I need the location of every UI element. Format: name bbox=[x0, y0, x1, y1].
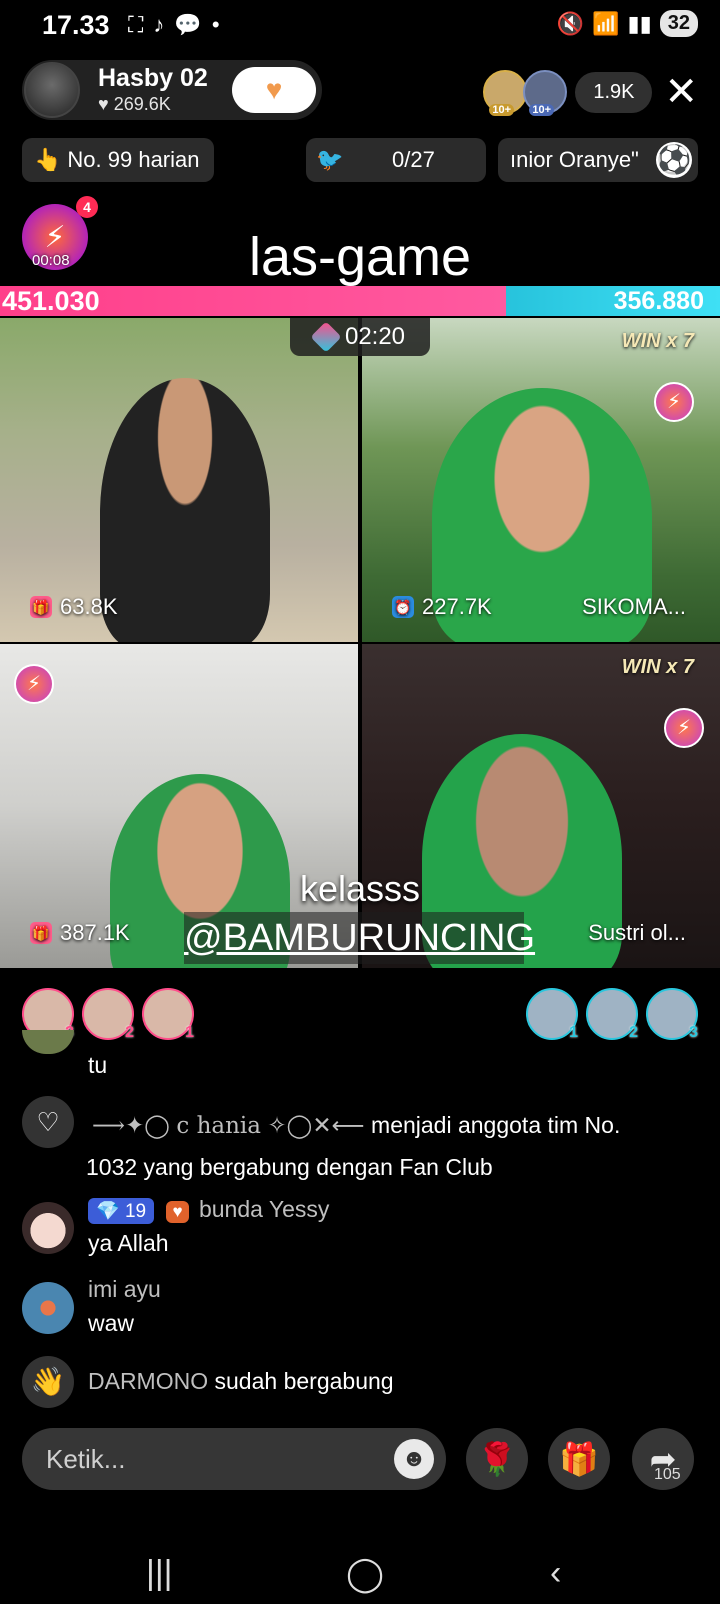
battery-indicator: 32 bbox=[659, 10, 698, 37]
chat-message: ya Allah bbox=[88, 1230, 169, 1256]
boost-icon[interactable]: ⚡ bbox=[654, 382, 694, 422]
follow-button[interactable]: ♥ 6 bbox=[232, 67, 316, 113]
status-time: 17.33 bbox=[42, 10, 110, 40]
viewer-count[interactable]: 1.9K bbox=[575, 71, 653, 113]
level-badge: 💎 19 bbox=[88, 1198, 155, 1224]
chat-joined-line: DARMONO sudah bergabung bbox=[88, 1368, 394, 1394]
rose-gift-icon[interactable]: 🌹 bbox=[466, 1428, 528, 1490]
participant-name: Sustri ol... bbox=[588, 920, 686, 945]
gift-icon[interactable]: 🎁 bbox=[548, 1428, 610, 1490]
system-nav-bar: ||| ◯ ‹ bbox=[0, 1540, 720, 1604]
signal-icon: ▮▮ bbox=[627, 10, 652, 36]
team-pill[interactable]: ınior Oranye" ⚽ bbox=[498, 138, 698, 182]
gift-icon: 🎁 bbox=[30, 922, 52, 944]
participant-video bbox=[100, 378, 270, 642]
wifi-icon: 📶 bbox=[592, 10, 620, 36]
overlay-text: kelasss bbox=[299, 868, 421, 909]
score-left: 451.030 bbox=[0, 286, 506, 316]
video-tile[interactable]: 🎁 63.8K bbox=[0, 318, 358, 642]
wave-hand-icon: 👋 bbox=[22, 1356, 74, 1408]
video-tile[interactable]: WIN x 7 ⚡ ⏰ 227.7K SIKOMA... bbox=[362, 318, 720, 642]
emoji-icon[interactable]: ☻ bbox=[394, 1439, 434, 1479]
system-icons: 🔇 📶 ▮▮ 32 bbox=[557, 10, 698, 37]
battle-score-bar: 451.030 356.880 bbox=[0, 286, 720, 316]
heart-icon: ♥ bbox=[98, 94, 109, 114]
chat-username[interactable]: bunda Yessy bbox=[199, 1196, 329, 1222]
gifter-avatar[interactable]: 2 bbox=[82, 988, 134, 1041]
win-streak: WIN x 7 bbox=[621, 656, 694, 678]
dot-icon: • bbox=[211, 12, 220, 37]
mute-icon: 🔇 bbox=[556, 10, 585, 36]
chat-username[interactable]: imi ayu bbox=[88, 1276, 161, 1303]
status-bar: 17.33 ⛶ ♪ 💬 • 🔇 📶 ▮▮ 32 bbox=[0, 0, 720, 50]
back-icon[interactable]: ‹ bbox=[550, 1554, 561, 1593]
gift-icon: ⏰ bbox=[392, 596, 414, 618]
comment-box[interactable]: ☻ bbox=[22, 1428, 446, 1490]
gifter-avatar[interactable]: 3 bbox=[646, 988, 698, 1041]
gift-icon: 🎁 bbox=[30, 596, 52, 618]
viewer-avatar[interactable]: 10+ bbox=[483, 70, 528, 116]
tiktok-icon: ♪ bbox=[153, 12, 165, 37]
participant-name: SIKOMA... bbox=[582, 594, 686, 619]
chat-avatar[interactable] bbox=[22, 1282, 74, 1334]
host-info[interactable]: Hasby 02 ♥ 269.6K ♥ 6 bbox=[22, 60, 322, 120]
score-right: 356.880 bbox=[506, 286, 720, 316]
chat-join-line-2: 1032 yang bergabung dengan Fan Club bbox=[86, 1154, 493, 1180]
fan-badge-icon: ♥ bbox=[166, 1201, 189, 1223]
screenshot-icon: ⛶ bbox=[128, 12, 144, 37]
notification-icons: ⛶ ♪ 💬 • bbox=[128, 12, 220, 38]
host-likes: ♥ 269.6K bbox=[98, 94, 171, 114]
soccer-ball-icon: ⚽ bbox=[656, 142, 692, 178]
battle-icon bbox=[310, 321, 342, 353]
flame-icon: 👆 bbox=[34, 147, 62, 172]
viewer-list[interactable]: 10+ 10+ 1.9K ✕ bbox=[483, 70, 698, 116]
home-icon[interactable]: ◯ bbox=[346, 1554, 384, 1594]
chat-message: waw bbox=[88, 1310, 135, 1336]
battle-timer: 02:20 bbox=[290, 318, 430, 356]
boost-icon[interactable]: ⚡ bbox=[14, 664, 54, 704]
close-icon[interactable]: ✕ bbox=[664, 72, 698, 112]
gifter-avatar[interactable]: 1 bbox=[526, 988, 578, 1041]
host-avatar[interactable] bbox=[24, 62, 80, 118]
chat-avatar[interactable] bbox=[22, 1202, 74, 1254]
chat-bubble-icon: 💬 bbox=[174, 12, 202, 37]
overlay-mention[interactable]: @BAMBURUNCING bbox=[184, 912, 535, 964]
bolt-count-badge: 4 bbox=[76, 196, 98, 218]
gifter-avatar[interactable]: 2 bbox=[586, 988, 638, 1041]
host-name: Hasby 02 bbox=[98, 64, 208, 92]
heart-icon: ♡ bbox=[22, 1096, 74, 1148]
gift-count: ⏰ 227.7K bbox=[392, 594, 492, 620]
gift-count: 🎁 63.8K bbox=[30, 594, 118, 620]
boost-icon[interactable]: ⚡ bbox=[664, 708, 704, 748]
viewer-avatar[interactable]: 10+ bbox=[523, 70, 568, 116]
chat-username[interactable]: DARMONO bbox=[88, 1368, 208, 1394]
comment-input[interactable] bbox=[46, 1428, 366, 1490]
win-streak: WIN x 7 bbox=[621, 330, 694, 352]
chat-message: tu bbox=[88, 1052, 108, 1078]
top-gifters-right: 1 2 3 bbox=[526, 988, 698, 1041]
recents-icon[interactable]: ||| bbox=[146, 1554, 173, 1593]
daily-rank-pill[interactable]: 👆 No. 99 harian bbox=[22, 138, 214, 182]
gift-count: 🎁 387.1K bbox=[30, 920, 130, 946]
share-count: 105 bbox=[654, 1466, 681, 1483]
goal-pill[interactable]: 🐦 0/27 bbox=[306, 138, 486, 182]
bird-icon: 🐦 bbox=[316, 147, 344, 172]
stream-title: las-game bbox=[248, 227, 472, 287]
gifter-avatar[interactable]: 1 bbox=[142, 988, 194, 1041]
chat-avatar[interactable] bbox=[22, 1030, 74, 1054]
chat-user-row: 💎 19 ♥ bunda Yessy bbox=[88, 1196, 329, 1224]
chat-join-line: ⟶✦◯ c hania ✧◯✕⟵ menjadi anggota tim No. bbox=[92, 1112, 621, 1139]
